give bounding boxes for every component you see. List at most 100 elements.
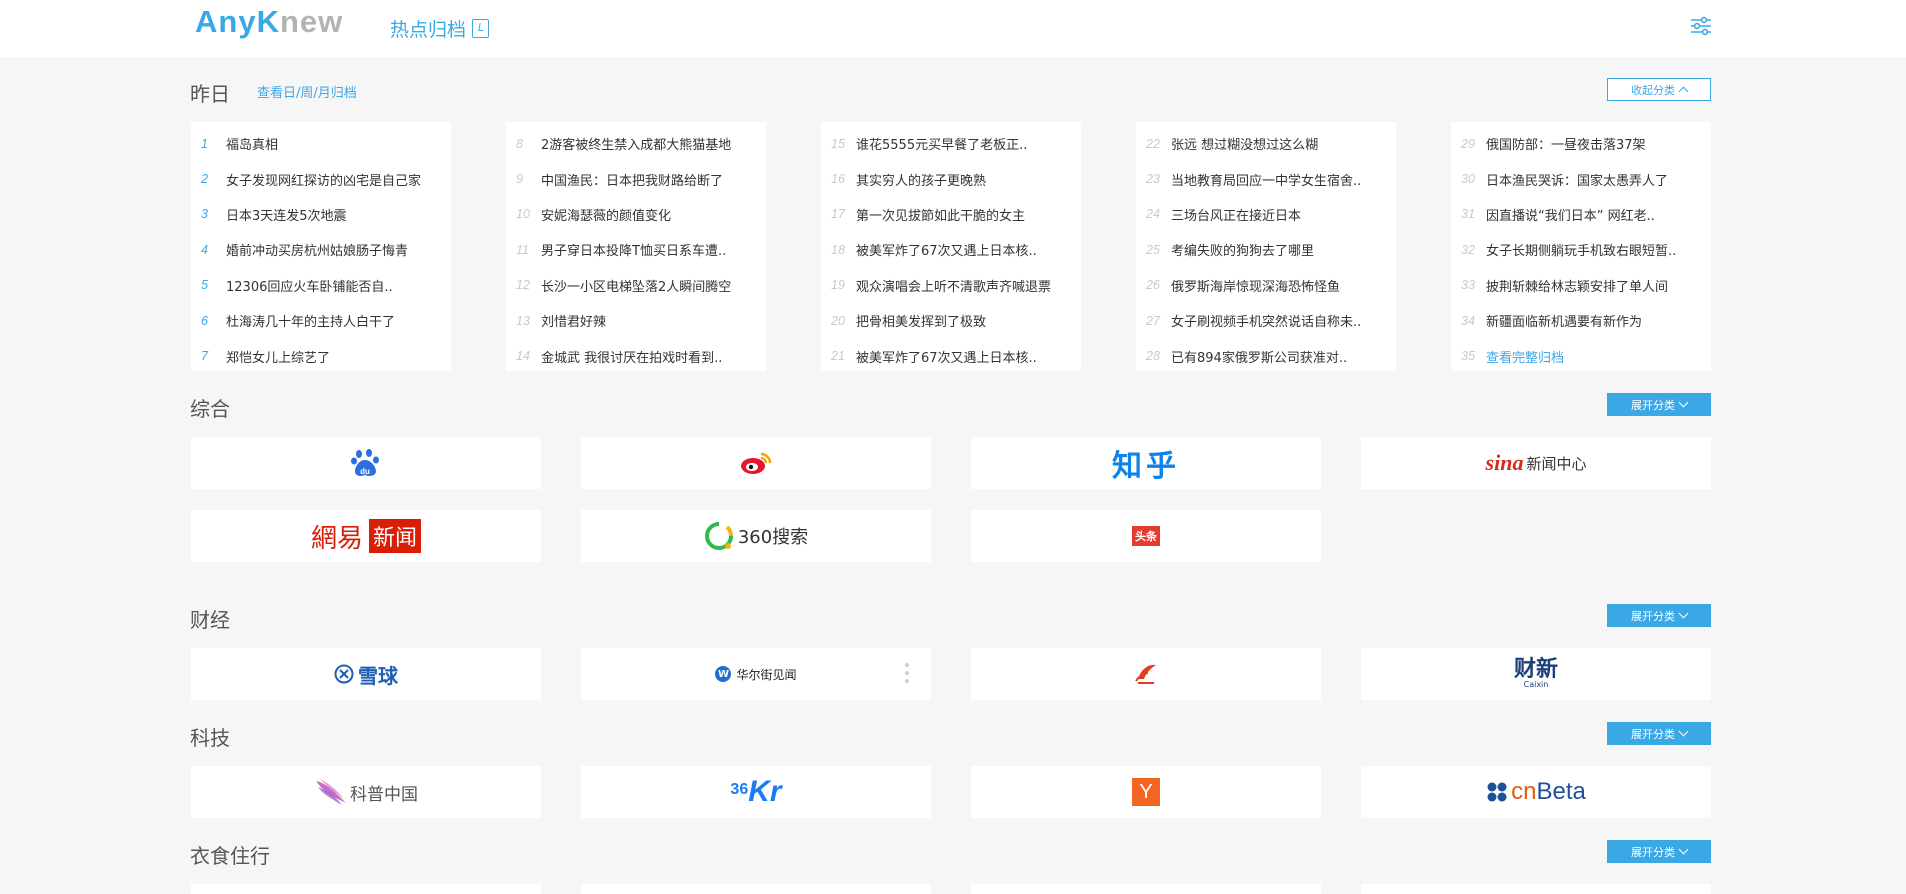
settings-sliders-icon[interactable] bbox=[1690, 15, 1712, 37]
baidu-logo-icon: du bbox=[351, 449, 379, 476]
hot-item-title: 婚前冲动买房杭州姑娘肠子悔青 bbox=[226, 244, 409, 260]
expand-finance-button[interactable]: 展开分类 bbox=[1607, 604, 1711, 627]
hot-rank-number: 19 bbox=[831, 278, 845, 293]
hot-rank-number: 5 bbox=[201, 278, 208, 293]
source-card-toutiao[interactable]: 头条 bbox=[971, 510, 1321, 562]
source-card-life-1[interactable] bbox=[191, 884, 541, 894]
source-card-life-4[interactable] bbox=[1361, 884, 1711, 894]
expand-life-button[interactable]: 展开分类 bbox=[1607, 840, 1711, 863]
source-card-weibo[interactable] bbox=[581, 437, 931, 489]
hot-rank-number: 17 bbox=[831, 207, 845, 222]
source-card-cnbeta[interactable]: cnBeta bbox=[1361, 766, 1711, 818]
hot-list-item[interactable]: 13 刘惜君好辣 bbox=[506, 303, 766, 338]
hot-list-item[interactable]: 32 女子长期侧躺玩手机致右眼短暂.. bbox=[1451, 232, 1711, 267]
hot-list-item[interactable]: 24 三场台风正在接近日本 bbox=[1136, 197, 1396, 232]
collapse-category-button[interactable]: 收起分类 bbox=[1607, 78, 1711, 101]
source-card-sina[interactable]: sina 新闻中心 bbox=[1361, 437, 1711, 489]
hot-list-item[interactable]: 25 考编失败的狗狗去了哪里 bbox=[1136, 232, 1396, 267]
source-card-caixin[interactable]: 财新 Caixin bbox=[1361, 648, 1711, 700]
hot-list-item[interactable]: 35 查看完整归档 bbox=[1451, 338, 1711, 373]
toutiao-logo: 头条 bbox=[1132, 526, 1160, 546]
hot-list-item[interactable]: 6 杜海涛几十年的主持人白干了 bbox=[191, 303, 451, 338]
source-card-life-3[interactable] bbox=[971, 884, 1321, 894]
view-archive-link[interactable]: 查看日/周/月归档 bbox=[257, 82, 357, 101]
hot-list-item[interactable]: 18 被美军炸了67次又遇上日本核.. bbox=[821, 232, 1081, 267]
source-card-360[interactable]: 360搜索 bbox=[581, 510, 931, 562]
hot-list-item[interactable]: 11 男子穿日本投降T恤买日系车遭.. bbox=[506, 232, 766, 267]
archive-link[interactable]: 热点归档 bbox=[390, 15, 490, 42]
hot-list-item[interactable]: 17 第一次见拔節如此干脆的女主 bbox=[821, 197, 1081, 232]
ycombinator-logo: Y bbox=[1132, 778, 1160, 806]
source-card-wallstreetcn[interactable]: W 华尔街见闻 bbox=[581, 648, 931, 700]
hot-list-item[interactable]: 2 女子发现网红探访的凶宅是自己家 bbox=[191, 161, 451, 196]
anyknew-logo[interactable]: AnyKnew bbox=[195, 4, 343, 40]
hot-item-title: 披荆斩棘给林志颖安排了单人间 bbox=[1486, 279, 1669, 295]
source-card-xueqiu[interactable]: 雪球 bbox=[191, 648, 541, 700]
source-card-ycombinator[interactable]: Y bbox=[971, 766, 1321, 818]
expand-tech-button[interactable]: 展开分类 bbox=[1607, 722, 1711, 745]
hot-list-item[interactable]: 27 女子刷视频手机突然说话自称未.. bbox=[1136, 303, 1396, 338]
hot-list-item[interactable]: 29 俄国防部：一昼夜击落37架 bbox=[1451, 126, 1711, 161]
source-card-baidu[interactable]: du bbox=[191, 437, 541, 489]
hot-list-item[interactable]: 21 被美军炸了67次又遇上日本核.. bbox=[821, 338, 1081, 373]
expand-general-button[interactable]: 展开分类 bbox=[1607, 393, 1711, 416]
hot-list-item[interactable]: 31 因直播说“我们日本” 网红老.. bbox=[1451, 197, 1711, 232]
hot-list-item[interactable]: 10 安妮海瑟薇的颜值变化 bbox=[506, 197, 766, 232]
hot-list-item[interactable]: 19 观众演唱会上听不清歌声齐喊退票 bbox=[821, 268, 1081, 303]
hot-rank-number: 3 bbox=[201, 207, 208, 222]
source-card-netease[interactable]: 網易 新闻 bbox=[191, 510, 541, 562]
hot-list-item[interactable]: 5 12306回应火车卧铺能否自.. bbox=[191, 268, 451, 303]
hot-item-title: 把骨相美发挥到了极致 bbox=[856, 315, 987, 331]
hot-list-item[interactable]: 28 已有894家俄罗斯公司获准对.. bbox=[1136, 338, 1396, 373]
hot-list-item[interactable]: 20 把骨相美发挥到了极致 bbox=[821, 303, 1081, 338]
hot-item-title: 长沙一小区电梯坠落2人瞬间腾空 bbox=[541, 279, 732, 295]
netease-brand: 網易 bbox=[310, 523, 363, 554]
hot-list-item[interactable]: 22 张远 想过糊没想过这么糊 bbox=[1136, 126, 1396, 161]
hot-list-item[interactable]: 8 2游客被终生禁入成都大熊猫基地 bbox=[506, 126, 766, 161]
hot-list-item[interactable]: 3 日本3天连发5次地震 bbox=[191, 197, 451, 232]
expand-label: 展开分类 bbox=[1631, 845, 1675, 859]
caixin-logo: 财新 Caixin bbox=[1514, 659, 1558, 689]
view-full-archive-link[interactable]: 查看完整归档 bbox=[1486, 347, 1564, 366]
source-card-zhihu[interactable]: 知乎 bbox=[971, 437, 1321, 489]
hot-item-title: 女子刷视频手机突然说话自称未.. bbox=[1171, 315, 1362, 331]
more-options-icon[interactable] bbox=[905, 663, 909, 683]
hot-list-item[interactable]: 1 福岛真相 bbox=[191, 126, 451, 161]
caixin-text: 财新 bbox=[1513, 657, 1558, 682]
36kr-logo: 36 Kr bbox=[730, 775, 781, 809]
hot-list-item[interactable]: 30 日本渔民哭诉：国家太愚弄人了 bbox=[1451, 161, 1711, 196]
hot-list-item[interactable]: 12 长沙一小区电梯坠落2人瞬间腾空 bbox=[506, 268, 766, 303]
hot-list-item[interactable]: 23 当地教育局回应一中学女生宿舍.. bbox=[1136, 161, 1396, 196]
hot-list-item[interactable]: 16 其实穷人的孩子更晚熟 bbox=[821, 161, 1081, 196]
source-card-life-2[interactable] bbox=[581, 884, 931, 894]
hot-item-title: 当地教育局回应一中学女生宿舍.. bbox=[1171, 173, 1362, 189]
hot-list-item[interactable]: 26 俄罗斯海岸惊现深海恐怖怪鱼 bbox=[1136, 268, 1396, 303]
hot-rank-number: 25 bbox=[1146, 242, 1160, 257]
hot-list-item[interactable]: 4 婚前冲动买房杭州姑娘肠子悔青 bbox=[191, 232, 451, 267]
hot-item-title: 女子发现网红探访的凶宅是自己家 bbox=[226, 173, 422, 189]
hot-list-item[interactable]: 7 郑恺女儿上综艺了 bbox=[191, 338, 451, 373]
hot-rank-number: 8 bbox=[516, 136, 523, 151]
hot-item-title: 郑恺女儿上综艺了 bbox=[226, 350, 331, 366]
hot-item-title: 观众演唱会上听不清歌声齐喊退票 bbox=[856, 279, 1052, 295]
hot-list-item[interactable]: 15 谁花5555元买早餐了老板正.. bbox=[821, 126, 1081, 161]
cnbeta-cn: cn bbox=[1511, 778, 1537, 805]
hot-list-column: 1 福岛真相 2 女子发现网红探访的凶宅是自己家 3 日本3天连发5次地震 4 婚前冲动买房杭… bbox=[191, 122, 451, 371]
source-card-eastmoney[interactable] bbox=[971, 648, 1321, 700]
source-card-36kr[interactable]: 36 Kr bbox=[581, 766, 931, 818]
wallstreetcn-icon: W bbox=[715, 666, 732, 682]
hot-rank-number: 7 bbox=[201, 349, 208, 364]
kepu-text: 科普中国 bbox=[350, 784, 418, 805]
hot-list-item[interactable]: 34 新疆面临新机遇要有新作为 bbox=[1451, 303, 1711, 338]
hot-item-title: 12306回应火车卧铺能否自.. bbox=[226, 279, 393, 295]
hot-list-item[interactable]: 9 中国渔民：日本把我财路给断了 bbox=[506, 161, 766, 196]
section-title-finance: 财经 bbox=[190, 608, 230, 632]
source-card-kepu[interactable]: 科普中国 bbox=[191, 766, 541, 818]
hot-list-item[interactable]: 33 披荆斩棘给林志颖安排了单人间 bbox=[1451, 268, 1711, 303]
kepu-logo: 科普中国 bbox=[314, 777, 418, 807]
hot-rank-number: 29 bbox=[1461, 136, 1475, 151]
hot-list-item[interactable]: 14 金城武 我很讨厌在拍戏时看到.. bbox=[506, 338, 766, 373]
sina-logo: sina 新闻中心 bbox=[1486, 450, 1587, 476]
hot-item-title: 金城武 我很讨厌在拍戏时看到.. bbox=[541, 350, 723, 366]
hot-rank-number: 9 bbox=[516, 172, 523, 187]
